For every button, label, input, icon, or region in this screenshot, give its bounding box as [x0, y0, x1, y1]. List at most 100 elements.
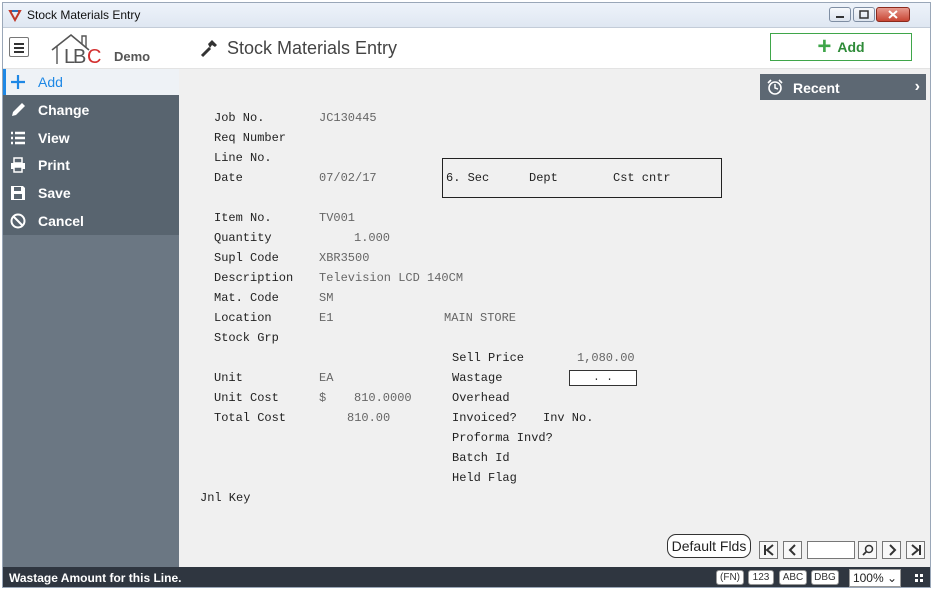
chevron-left-icon — [788, 544, 796, 556]
location-name: MAIN STORE — [444, 311, 517, 325]
wastage-label: Wastage — [452, 371, 503, 385]
description-label: Description — [214, 271, 294, 285]
sidebar-item-print[interactable]: Print — [3, 152, 179, 178]
quantity-label: Quantity — [214, 231, 272, 245]
sec-label: 6. Sec — [446, 171, 490, 185]
sidebar-item-label: Add — [38, 74, 63, 90]
total-cost-label: Total Cost — [214, 411, 287, 425]
last-record-button[interactable] — [906, 541, 925, 559]
held-flag-label: Held Flag — [452, 471, 517, 485]
recent-label: Recent — [793, 80, 840, 96]
location-label: Location — [214, 311, 272, 325]
printer-icon — [11, 157, 25, 173]
floppy-icon — [11, 186, 25, 200]
app-icon — [8, 10, 22, 22]
hammer-icon — [200, 40, 217, 58]
overhead-label: Overhead — [452, 391, 510, 405]
abc-toggle[interactable]: ABC — [779, 570, 807, 585]
application-window: Stock Materials Entry L B C Demo Stock M… — [2, 2, 931, 588]
sell-price-label: Sell Price — [452, 351, 525, 365]
svg-text:B: B — [73, 46, 86, 66]
first-record-button[interactable] — [759, 541, 778, 559]
dbg-toggle[interactable]: DBG — [811, 570, 839, 585]
maximize-button[interactable] — [853, 7, 875, 22]
add-button-label: Add — [837, 39, 865, 55]
unit-cost-label: Unit Cost — [214, 391, 279, 405]
sidebar-item-label: Cancel — [38, 213, 84, 229]
svg-text:C: C — [87, 46, 101, 66]
description-field[interactable]: Television LCD 140CM — [319, 271, 463, 285]
previous-record-button[interactable] — [783, 541, 802, 559]
cancel-icon — [10, 213, 26, 229]
minimize-button[interactable] — [829, 7, 851, 22]
mat-code-field[interactable]: SM — [319, 291, 333, 305]
plus-icon — [11, 75, 25, 89]
sidebar: Add Change View Print Save Cancel — [3, 69, 179, 567]
unit-cost-field[interactable]: 810.0000 — [354, 391, 412, 405]
form-area: Recent › Job No. JC130445 Req Number Lin… — [179, 69, 930, 567]
unit-label: Unit — [214, 371, 243, 385]
invoiced-label: Invoiced? — [452, 411, 517, 425]
sidebar-item-view[interactable]: View — [3, 125, 179, 151]
supl-code-label: Supl Code — [214, 251, 279, 265]
item-no-label: Item No. — [214, 211, 272, 225]
dept-label: Dept — [529, 171, 558, 185]
recent-panel-button[interactable]: Recent › — [760, 74, 926, 100]
stock-grp-label: Stock Grp — [214, 331, 279, 345]
date-label: Date — [214, 171, 243, 185]
job-no-label: Job No. — [214, 111, 265, 125]
alarm-clock-icon — [767, 79, 783, 95]
list-icon — [11, 131, 25, 145]
window-title: Stock Materials Entry — [27, 8, 141, 22]
chevron-right-icon — [888, 544, 896, 556]
sell-price-field[interactable]: 1,080.00 — [577, 351, 635, 365]
zoom-select[interactable]: 100% ⌄ — [849, 569, 901, 587]
search-icon — [861, 544, 873, 556]
sidebar-item-add[interactable]: Add — [3, 69, 179, 95]
cst-cntr-label: Cst cntr — [613, 171, 671, 185]
page-title: Stock Materials Entry — [227, 38, 398, 58]
app-header: L B C Demo Stock Materials Entry + Add — [3, 28, 930, 69]
unit-field[interactable]: EA — [319, 371, 333, 385]
title-bar: Stock Materials Entry — [3, 3, 930, 28]
total-cost-field: 810.00 — [347, 411, 391, 425]
quantity-field[interactable]: 1.000 — [354, 231, 390, 245]
add-button[interactable]: + Add — [770, 33, 912, 61]
grid-icon — [915, 574, 923, 582]
sidebar-item-save[interactable]: Save — [3, 180, 179, 206]
search-record-button[interactable] — [858, 541, 877, 559]
sidebar-item-change[interactable]: Change — [3, 97, 179, 123]
last-icon — [910, 544, 921, 556]
plus-icon: + — [817, 33, 832, 60]
item-no-field[interactable]: TV001 — [319, 211, 355, 225]
date-field[interactable]: 07/02/17 — [319, 171, 377, 185]
unit-cost-currency: $ — [319, 391, 327, 405]
record-number-input[interactable] — [807, 541, 855, 559]
mat-code-label: Mat. Code — [214, 291, 279, 305]
jnl-key-label: Jnl Key — [200, 491, 251, 505]
status-bar: Wastage Amount for this Line. (FN) 123 A… — [3, 567, 930, 587]
fn-toggle[interactable]: (FN) — [716, 570, 744, 585]
status-message: Wastage Amount for this Line. — [9, 571, 182, 585]
default-fields-button[interactable]: Default Flds — [667, 534, 751, 558]
sidebar-item-label: View — [38, 130, 70, 146]
pencil-icon — [12, 103, 25, 116]
demo-label: Demo — [114, 49, 151, 64]
supl-code-field[interactable]: XBR3500 — [319, 251, 369, 265]
job-no-field[interactable]: JC130445 — [319, 111, 377, 125]
location-field[interactable]: E1 — [319, 311, 333, 325]
line-no-label: Line No. — [214, 151, 272, 165]
abc-logo: L B C — [51, 33, 101, 66]
req-number-label: Req Number — [214, 131, 287, 145]
next-record-button[interactable] — [882, 541, 901, 559]
hamburger-menu-button[interactable] — [9, 37, 29, 57]
sidebar-item-cancel[interactable]: Cancel — [3, 208, 179, 234]
inv-no-label: Inv No. — [543, 411, 594, 425]
close-button[interactable] — [876, 7, 910, 22]
action-menu: Add Change View Print Save Cancel — [3, 69, 179, 235]
sidebar-item-label: Save — [38, 185, 71, 201]
wastage-input[interactable]: . . — [569, 370, 637, 386]
num-toggle[interactable]: 123 — [748, 570, 774, 585]
sidebar-item-label: Change — [38, 102, 90, 118]
chevron-right-icon: › — [914, 78, 920, 95]
